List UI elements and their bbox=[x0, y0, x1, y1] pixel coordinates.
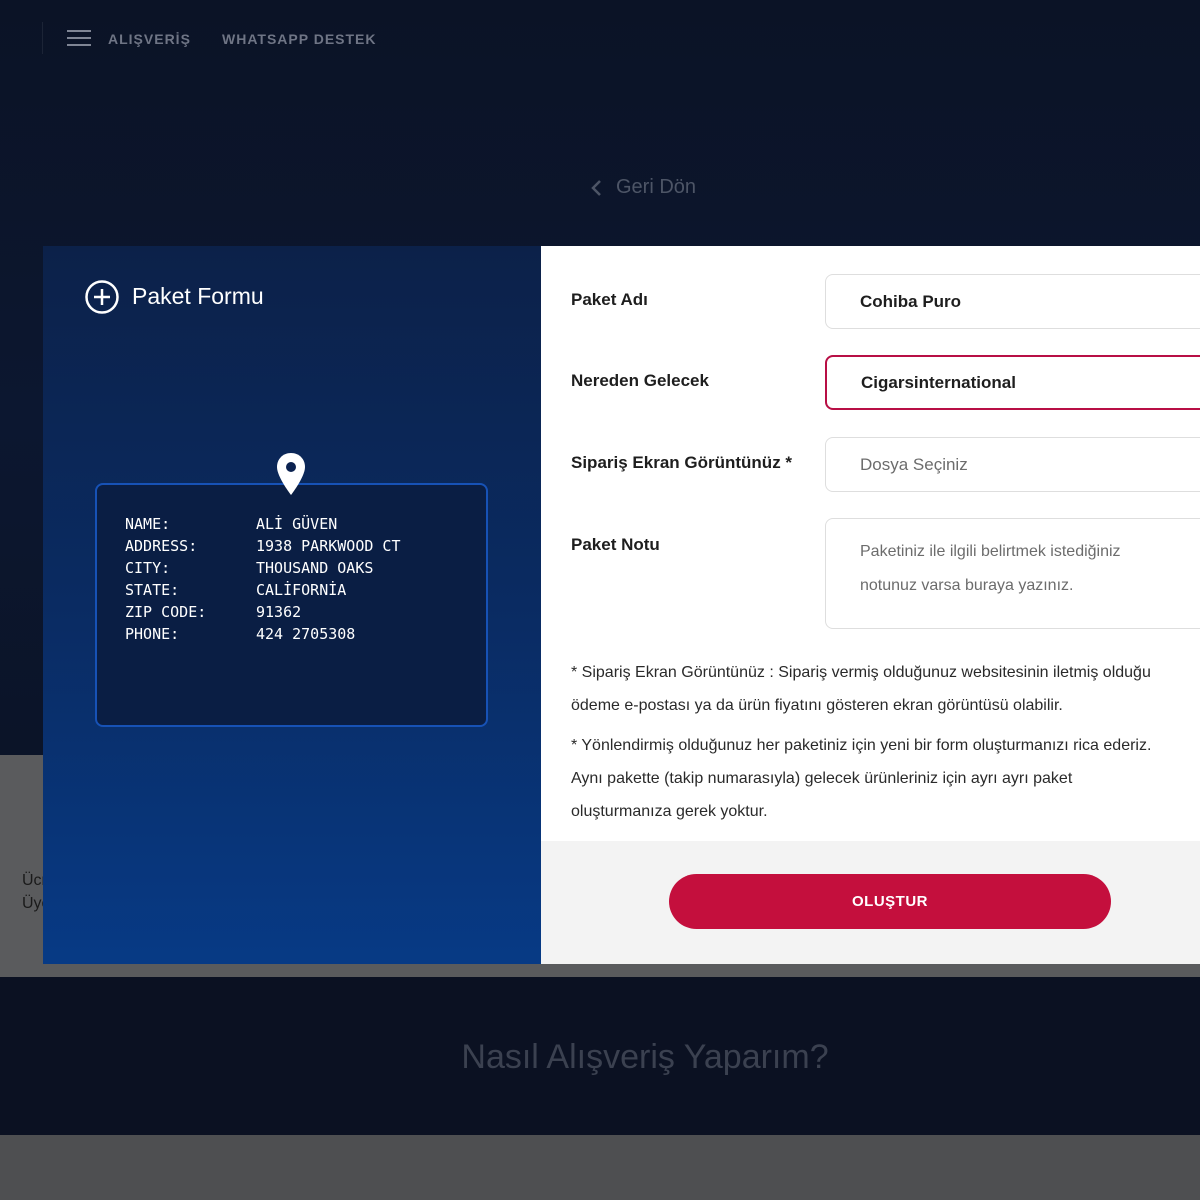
address-value: THOUSAND OAKS bbox=[256, 559, 374, 577]
file-select-placeholder: Dosya Seçiniz bbox=[860, 454, 968, 474]
address-row: CITY: THOUSAND OAKS bbox=[125, 557, 486, 579]
source-label: Nereden Gelecek bbox=[571, 371, 709, 390]
address-label: CITY: bbox=[125, 559, 171, 577]
address-value: CALİFORNİA bbox=[256, 581, 347, 599]
note-placeholder-line1: Paketiniz ile ilgili belirtmek istediğin… bbox=[860, 543, 1121, 560]
info-note-5: oluşturmanıza gerek yoktur. bbox=[571, 803, 768, 820]
info-note-2: ödeme e-postası ya da ürün fiyatını göst… bbox=[571, 697, 1063, 714]
address-row: NAME: ALİ GÜVEN bbox=[125, 513, 486, 535]
info-note-4: Aynı pakette (takip numarasıyla) gelecek… bbox=[571, 770, 1073, 787]
source-input[interactable]: Cigarsinternational bbox=[825, 355, 1200, 410]
location-pin-icon bbox=[277, 453, 305, 495]
address-row: ADDRESS: 1938 PARKWOOD CT bbox=[125, 535, 486, 557]
address-label: ZIP CODE: bbox=[125, 603, 207, 621]
nav-whatsapp-link[interactable]: WHATSAPP DESTEK bbox=[222, 31, 377, 47]
address-value: ALİ GÜVEN bbox=[256, 515, 338, 533]
form-panel: Paket Adı Cohiba Puro Nereden Gelecek Ci… bbox=[541, 246, 1200, 964]
address-row: PHONE: 424 2705308 bbox=[125, 623, 486, 645]
address-label: ADDRESS: bbox=[125, 537, 198, 555]
bottom-section bbox=[0, 1135, 1200, 1200]
note-placeholder-line2: notunuz varsa buraya yazınız. bbox=[860, 577, 1074, 594]
hamburger-menu-icon[interactable] bbox=[67, 30, 91, 46]
nav-divider bbox=[42, 22, 43, 54]
how-to-shop-title: Nasıl Alışveriş Yaparım? bbox=[461, 1038, 829, 1076]
chevron-left-icon bbox=[591, 179, 601, 196]
nav-shop-link[interactable]: ALIŞVERİŞ bbox=[108, 31, 191, 47]
plus-circle-icon bbox=[85, 280, 119, 314]
info-note-3: * Yönlendirmiş olduğunuz her paketiniz i… bbox=[571, 737, 1152, 754]
screenshot-label: Sipariş Ekran Görüntünüz * bbox=[571, 453, 793, 472]
package-form-modal: Paket Formu NAME: ALİ GÜVEN ADDRESS: 193… bbox=[43, 246, 1200, 964]
address-panel: Paket Formu NAME: ALİ GÜVEN ADDRESS: 193… bbox=[43, 246, 541, 964]
note-label: Paket Notu bbox=[571, 535, 660, 554]
top-nav: ALIŞVERİŞ WHATSAPP DESTEK bbox=[0, 0, 1200, 78]
address-row: ZIP CODE: 91362 bbox=[125, 601, 486, 623]
info-note-1: * Sipariş Ekran Görüntünüz : Sipariş ver… bbox=[571, 664, 1151, 681]
address-label: NAME: bbox=[125, 515, 171, 533]
modal-footer: OLUŞTUR bbox=[541, 841, 1200, 964]
address-label: PHONE: bbox=[125, 625, 180, 643]
address-value: 1938 PARKWOOD CT bbox=[256, 537, 401, 555]
address-label: STATE: bbox=[125, 581, 180, 599]
address-value: 91362 bbox=[256, 603, 302, 621]
package-name-input[interactable]: Cohiba Puro bbox=[825, 274, 1200, 329]
back-label: Geri Dön bbox=[616, 176, 697, 198]
create-button[interactable]: OLUŞTUR bbox=[669, 874, 1111, 929]
package-name-label: Paket Adı bbox=[571, 290, 648, 309]
package-note-textarea[interactable]: Paketiniz ile ilgili belirtmek istediğin… bbox=[825, 518, 1200, 629]
address-row: STATE: CALİFORNİA bbox=[125, 579, 486, 601]
shipping-address-card: NAME: ALİ GÜVEN ADDRESS: 1938 PARKWOOD C… bbox=[95, 483, 488, 727]
back-link[interactable]: Geri Dön bbox=[590, 176, 696, 199]
modal-title: Paket Formu bbox=[132, 283, 264, 309]
file-select-input[interactable]: Dosya Seçiniz bbox=[825, 437, 1200, 492]
address-value: 424 2705308 bbox=[256, 625, 356, 643]
